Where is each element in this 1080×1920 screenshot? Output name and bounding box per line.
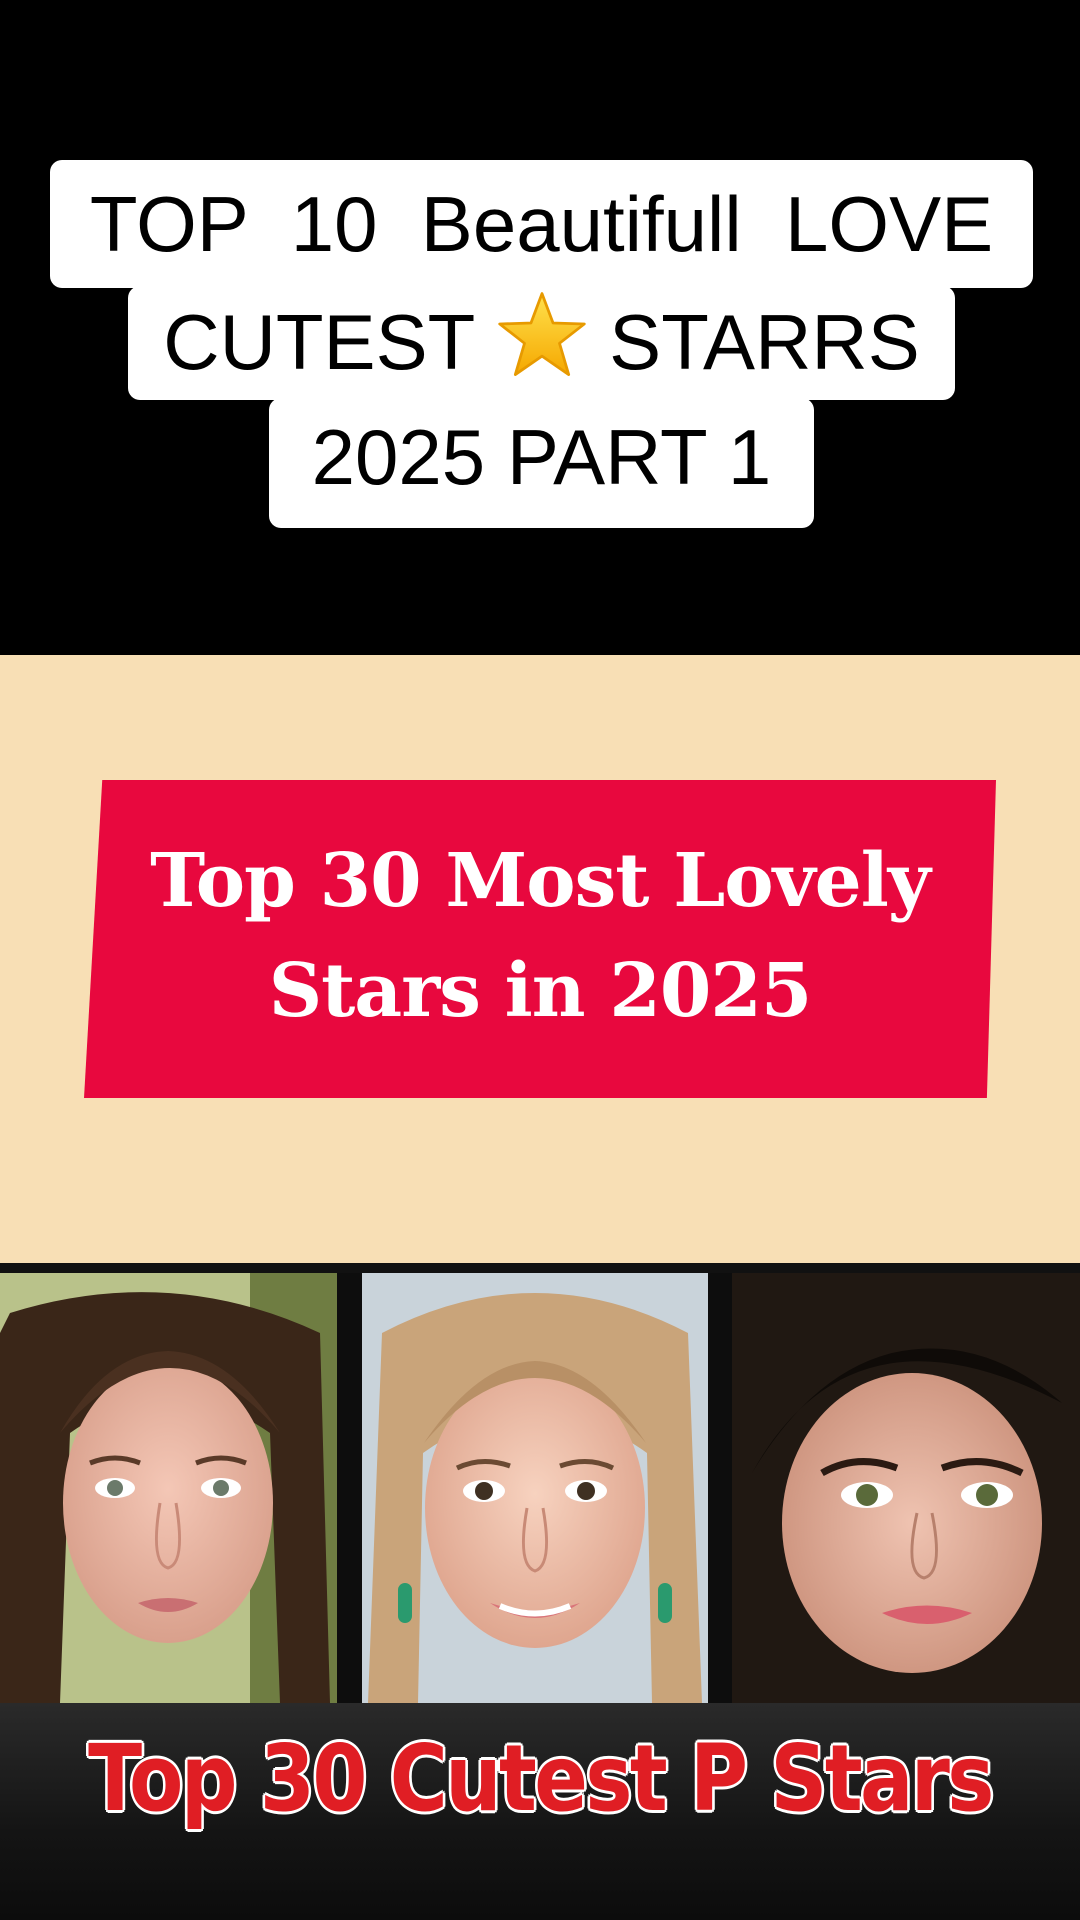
- portrait-dark-hair: [0, 1273, 337, 1703]
- section-divider: [0, 1263, 1080, 1273]
- star-icon: [497, 292, 586, 376]
- caption-line-2-post: STARRS: [587, 298, 920, 386]
- bottom-title: Top 30 Cutest P Stars: [88, 1725, 994, 1832]
- bottom-caption-area: Top 30 Cutest P Stars: [0, 1703, 1080, 1920]
- caption-line-1: TOP 10 Beautifull LOVE: [50, 160, 1033, 288]
- banner-line-2: Stars in 2025: [268, 948, 813, 1034]
- red-title-banner: Top 30 Most Lovely Stars in 2025: [84, 780, 996, 1098]
- beige-card: Top 30 Most Lovely Stars in 2025: [0, 655, 1080, 1263]
- caption-line-2: CUTEST STARRS: [128, 286, 955, 400]
- caption-line-3: 2025 PART 1: [269, 398, 814, 528]
- photo-strip: [0, 1273, 1080, 1703]
- portrait-black-hair: [732, 1273, 1080, 1703]
- banner-line-1: Top 30 Most Lovely: [150, 838, 931, 924]
- top-caption-area: TOP 10 Beautifull LOVE CUTEST STARRS 202…: [0, 0, 1080, 655]
- portrait-blonde-hair: [362, 1273, 708, 1703]
- caption-line-2-pre: CUTEST: [163, 298, 496, 386]
